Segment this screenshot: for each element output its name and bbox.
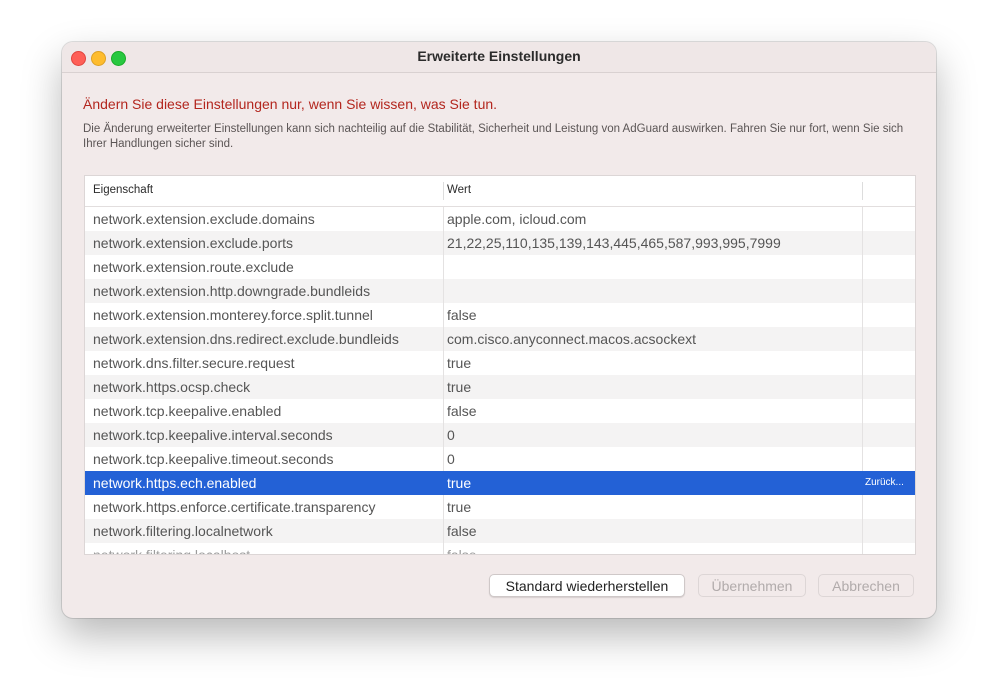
table-body: network.extension.exclude.domains apple.…	[85, 207, 915, 555]
value-cell[interactable]: true	[447, 475, 471, 491]
reset-value-button[interactable]: Zurück...	[865, 477, 904, 488]
table-row[interactable]: network.extension.exclude.domains apple.…	[85, 207, 915, 231]
column-header-property[interactable]: Eigenschaft	[93, 184, 153, 196]
value-cell[interactable]: 0	[447, 427, 455, 443]
value-cell[interactable]: false	[447, 547, 477, 554]
value-cell[interactable]: false	[447, 523, 477, 539]
table-row[interactable]: network.https.ocsp.check true	[85, 375, 915, 399]
property-cell: network.dns.filter.secure.request	[93, 355, 295, 371]
column-header-value[interactable]: Wert	[447, 184, 471, 196]
restore-default-button[interactable]: Standard wiederherstellen	[489, 574, 685, 597]
property-cell: network.extension.exclude.domains	[93, 211, 315, 227]
window-title: Erweiterte Einstellungen	[417, 48, 581, 64]
table-row-selected[interactable]: network.https.ech.enabled true Zurück...	[85, 471, 915, 495]
value-cell[interactable]: 0	[447, 451, 455, 467]
table-row[interactable]: network.tcp.keepalive.interval.seconds 0	[85, 423, 915, 447]
property-cell: network.extension.route.exclude	[93, 259, 294, 275]
property-cell: network.tcp.keepalive.enabled	[93, 403, 282, 419]
property-cell: network.tcp.keepalive.interval.seconds	[93, 427, 333, 443]
value-cell[interactable]: true	[447, 379, 471, 395]
value-cell[interactable]: true	[447, 499, 471, 515]
description-text: Die Änderung erweiterter Einstellungen k…	[83, 123, 904, 150]
table-row[interactable]: network.tcp.keepalive.enabled false	[85, 399, 915, 423]
warning-text: Ändern Sie diese Einstellungen nur, wenn…	[83, 96, 498, 112]
apply-button[interactable]: Übernehmen	[698, 574, 806, 597]
table-row[interactable]: network.extension.exclude.ports 21,22,25…	[85, 231, 915, 255]
property-cell: network.tcp.keepalive.timeout.seconds	[93, 451, 334, 467]
value-cell[interactable]: com.cisco.anyconnect.macos.acsockext	[447, 331, 696, 347]
advanced-settings-window: Erweiterte Einstellungen Ändern Sie dies…	[62, 42, 936, 618]
table-row[interactable]: network.tcp.keepalive.timeout.seconds 0	[85, 447, 915, 471]
property-cell: network.extension.http.downgrade.bundlei…	[93, 283, 371, 299]
table-row[interactable]: network.extension.monterey.force.split.t…	[85, 303, 915, 327]
cancel-button[interactable]: Abbrechen	[818, 574, 914, 597]
table-row[interactable]: network.extension.http.downgrade.bundlei…	[85, 279, 915, 303]
value-cell[interactable]: apple.com, icloud.com	[447, 211, 586, 227]
table-row[interactable]: network.filtering.localhost false	[85, 543, 915, 555]
title-bar: Erweiterte Einstellungen	[62, 42, 936, 73]
property-cell: network.https.enforce.certificate.transp…	[93, 499, 376, 515]
settings-table: Eigenschaft Wert network.extension.exclu…	[84, 175, 916, 555]
value-cell[interactable]: false	[447, 403, 477, 419]
value-cell[interactable]: true	[447, 355, 471, 371]
property-cell: network.extension.monterey.force.split.t…	[93, 307, 373, 323]
property-cell: network.extension.dns.redirect.exclude.b…	[93, 331, 399, 347]
table-row[interactable]: network.extension.dns.redirect.exclude.b…	[85, 327, 915, 351]
table-header: Eigenschaft Wert	[85, 176, 915, 207]
column-divider[interactable]	[443, 182, 444, 200]
property-cell: network.filtering.localhost	[93, 547, 251, 555]
table-row[interactable]: network.dns.filter.secure.request true	[85, 351, 915, 375]
table-row[interactable]: network.filtering.localnetwork false	[85, 519, 915, 543]
table-row[interactable]: network.https.enforce.certificate.transp…	[85, 495, 915, 519]
property-cell: network.https.ech.enabled	[93, 475, 257, 491]
property-cell: network.filtering.localnetwork	[93, 523, 273, 539]
column-divider[interactable]	[862, 182, 863, 200]
value-cell[interactable]: 21,22,25,110,135,139,143,445,465,587,993…	[447, 235, 781, 251]
property-cell: network.https.ocsp.check	[93, 379, 251, 395]
table-row[interactable]: network.extension.route.exclude	[85, 255, 915, 279]
property-cell: network.extension.exclude.ports	[93, 235, 293, 251]
value-cell[interactable]: false	[447, 307, 477, 323]
